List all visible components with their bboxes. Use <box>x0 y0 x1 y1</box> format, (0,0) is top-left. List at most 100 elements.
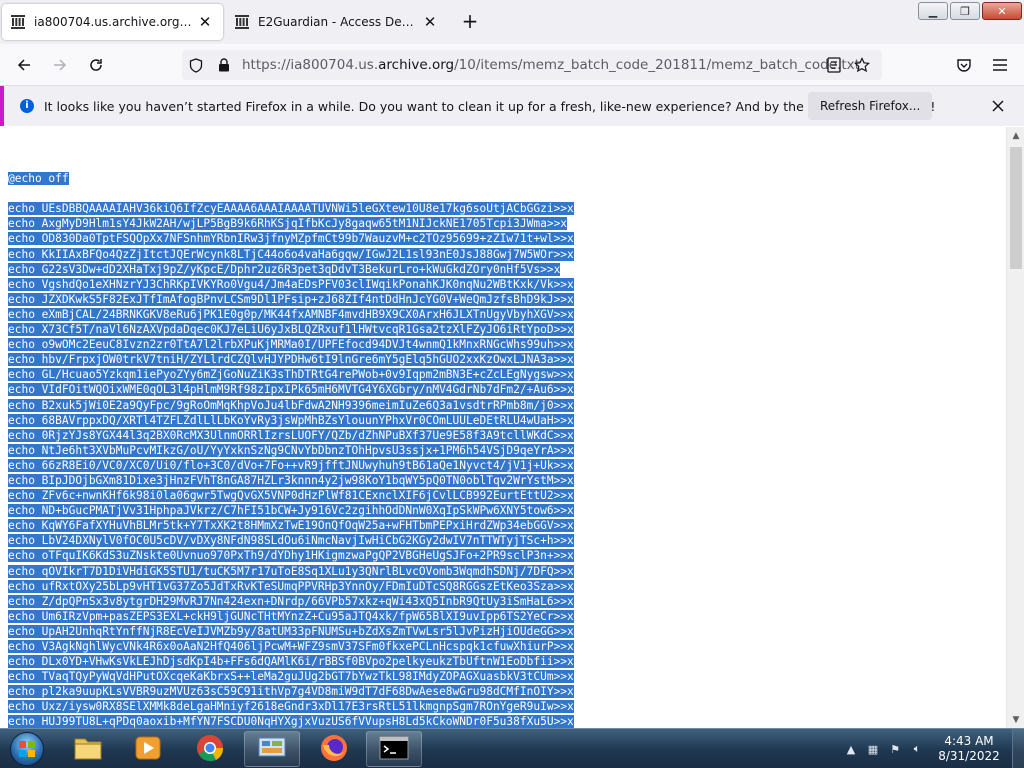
show-hidden-icons-arrow-icon[interactable]: ▲ <box>840 743 862 756</box>
text-line: echo HUJ99TU8L+qPDq0aoxib+MfYN7FSCDU0NqH… <box>8 714 574 728</box>
control-panel-icon <box>257 735 287 764</box>
text-line: echo OD830Da0TptFSQOpXx7NFSnhmYRbnIRw3jf… <box>8 231 574 246</box>
action-center-flag-icon[interactable]: ⚑ <box>884 743 906 756</box>
text-line: echo ND+bGucPMATjVv31HphpaJVkrz/C7hFI51b… <box>8 503 574 518</box>
new-tab-plus-icon[interactable]: + <box>458 10 482 34</box>
selected-text: echo OD830Da0TptFSQOpXx7NFSnhmYRbnIRw3jf… <box>8 232 574 246</box>
selected-text: echo HUJ99TU8L+qPDq0aoxib+MfYN7FSCDU0NqH… <box>8 715 574 728</box>
text-line: echo hbv/FrpxjOW0trkV7tniH/ZYLlrdCZQlvHJ… <box>8 352 574 367</box>
url-host: archive.org <box>378 57 455 73</box>
reload-icon[interactable] <box>82 53 110 77</box>
show-desktop-button[interactable] <box>1012 729 1024 768</box>
selected-text: echo Um6IRzVpm+pasZEPS3EXL+ckH9ljGUNcTHt… <box>8 609 574 623</box>
text-line: echo KqWY6FafXYHuVhBLMr5tk+Y7TxXK2t8HMmX… <box>8 518 574 533</box>
text-line: echo LbV24DXNylV0fOC0U5cDV/vDXy8NFdN98SL… <box>8 533 574 548</box>
lock-icon[interactable] <box>210 50 238 80</box>
selected-text: echo DLx0YD+VHwKsVkLEJhDjsdKpI4b+FFs6dQA… <box>8 655 574 669</box>
text-line: echo X73Cf5T/naVl6NzAXVpdaDqec0KJ7eLiU6y… <box>8 322 574 337</box>
selected-text: echo UpAH2UnhqRtYnffNjR8EcVeIJVMZb9y/8at… <box>8 624 574 638</box>
scroll-up-arrow-icon[interactable]: ▲ <box>1007 127 1024 144</box>
windows-taskbar: ▲ ▦ ⚑ 🔈︎ 4:43 AM 8/31/2022 <box>0 728 1024 768</box>
refresh-firefox-button[interactable]: Refresh Firefox... <box>808 92 933 120</box>
folder-icon <box>73 735 103 764</box>
text-line: echo qOVIkrT7D1DiVHdiGK5STU1/tuCK5M7r17u… <box>8 564 574 579</box>
text-line: echo Uxz/iysw0RX8SElXMMk8deLgaHMniyf2618… <box>8 699 574 714</box>
selected-text: echo hbv/FrpxjOW0trkV7tniH/ZYLlrdCZQlvHJ… <box>8 353 574 367</box>
firefox-icon <box>319 733 349 766</box>
back-arrow-icon[interactable] <box>10 53 38 77</box>
selected-text: echo JZXDKwkS5F82ExJTfImAfogBPnvLCSm9Dl1… <box>8 292 574 306</box>
text-line: echo eXmBjCAL/24BRNKGKV8eRu6jPK1E0g0p/MK… <box>8 307 574 322</box>
minimize-icon[interactable]: ▁ <box>918 2 948 20</box>
text-line: echo ufRxtOXy25bLp9vHT1vG37Zo5JdTxRvKTeS… <box>8 579 574 594</box>
text-line: echo JZXDKwkS5F82ExJTfImAfogBPnvLCSm9Dl1… <box>8 292 574 307</box>
text-line: echo BIpJDOjbGXm81Dixe3jHnzFVhT8nGA87HZL… <box>8 473 574 488</box>
text-line: echo DLx0YD+VHwKsVkLEJhDjsdKpI4b+FFs6dQA… <box>8 654 574 669</box>
text-line: echo VgshdQo1eXHNzrYJ3ChRKpIVKYRo0Vgu4/J… <box>8 277 574 292</box>
taskbar-explorer[interactable] <box>60 731 116 767</box>
selected-text: echo KqWY6FafXYHuVhBLMr5tk+Y7TxXK2t8HMmX… <box>8 519 574 533</box>
selected-text: echo V3AgkNghlWycVNk4R6x0oAaN2HfQ406ljPc… <box>8 640 574 653</box>
scroll-down-arrow-icon[interactable]: ▼ <box>1007 711 1024 728</box>
media-player-icon <box>134 735 162 764</box>
selected-text: echo Z/dpQPnSx3v8ytgrDH29MvRJ7Nn424exn+D… <box>8 594 574 608</box>
document-view[interactable]: @echo off echo UEsDBBQAAAAIAHV36kiQ6IfZcy… <box>0 127 1006 728</box>
windows-logo-icon <box>10 732 44 766</box>
text-line: echo AxgMyD9Hlm1sY4JkW2AH/wjLP5BgB9k6RhK… <box>8 216 574 231</box>
vertical-scrollbar[interactable]: ▲ ▼ <box>1006 127 1024 728</box>
tracking-protection-shield-icon[interactable] <box>182 50 210 80</box>
selected-text: echo GL/Hcuao5Yzkqm1iePyoZYy6mZjGoNuZiK3… <box>8 368 574 382</box>
tab-close-icon[interactable]: ✕ <box>195 13 215 31</box>
selected-text: echo VgshdQo1eXHNzrYJ3ChRKpIVKYRo0Vgu4/J… <box>8 277 574 291</box>
tab-e2guardian[interactable]: E2Guardian - Access Denied ✕ <box>226 4 448 40</box>
tab-strip: ia800704.us.archive.org/10/items/memz_ba… <box>0 0 1024 44</box>
taskbar-command-prompt[interactable] <box>366 731 422 767</box>
restore-icon[interactable]: ❐ <box>950 2 980 20</box>
taskbar-chrome[interactable] <box>182 731 238 767</box>
window-close-icon[interactable]: ✕ <box>982 2 1022 20</box>
selected-text: echo ND+bGucPMATjVv31HphpaJVkrz/C7hFI51b… <box>8 504 574 518</box>
taskbar-control-panel[interactable] <box>244 731 300 767</box>
clock-date: 8/31/2022 <box>938 749 1000 763</box>
window-controls: ▁ ❐ ✕ <box>918 2 1022 20</box>
taskbar-firefox[interactable] <box>306 731 362 767</box>
tab-close-icon[interactable]: ✕ <box>420 13 440 31</box>
forward-arrow-icon[interactable] <box>46 53 74 77</box>
text-line: echo UpAH2UnhqRtYnffNjR8EcVeIJVMZb9y/8at… <box>8 624 574 639</box>
text-line: echo 66zR8Ei0/VC0/XC0/Ui0/flo+3C0/dVo+7F… <box>8 458 574 473</box>
tab-archive[interactable]: ia800704.us.archive.org/10/items/memz_ba… <box>2 4 223 40</box>
close-icon[interactable] <box>988 96 1008 116</box>
pocket-icon[interactable] <box>950 53 978 77</box>
hamburger-menu-icon[interactable] <box>986 53 1014 77</box>
volume-icon[interactable]: 🔈︎ <box>906 742 928 756</box>
tab-title: E2Guardian - Access Denied <box>258 15 420 29</box>
selected-text: echo oTFquIK6KdS3uZNskte0Uvnuo970PxTh9/d… <box>8 549 574 563</box>
text-line <box>8 186 574 201</box>
cmd-icon <box>379 736 409 763</box>
selected-text: echo eXmBjCAL/24BRNKGKV8eRu6jPK1E0g0p/MK… <box>8 307 574 321</box>
selected-text: echo G22sV3Dw+dD2XHaTxj9pZ/yKpcE/Dphr2uz… <box>8 262 561 276</box>
text-line: echo pl2ka9uupKLsVVBR9uzMVUz63sC59C91ith… <box>8 684 574 699</box>
selected-text: echo 0RjzYJs8YGX44l3q2BX0RcMX3UlnmORRlIz… <box>8 428 574 442</box>
text-line: echo Z/dpQPnSx3v8ytgrDH29MvRJ7Nn424exn+D… <box>8 594 574 609</box>
clock[interactable]: 4:43 AM 8/31/2022 <box>936 734 1002 764</box>
network-icon[interactable]: ▦ <box>862 743 884 756</box>
text-line: echo ZFv6c+nwnKHf6k98i0la06gwr5TwgQvGX5V… <box>8 488 574 503</box>
selected-text: echo UEsDBBQAAAAIAHV36kiQ6IfZcyEAAAA6AAA… <box>8 202 574 216</box>
address-bar[interactable]: https://ia800704.us.archive.org/10/items… <box>182 50 882 80</box>
text-line: echo Um6IRzVpm+pasZEPS3EXL+ckH9ljGUNcTHt… <box>8 609 574 624</box>
url-text[interactable]: https://ia800704.us.archive.org/10/items… <box>242 57 882 73</box>
scrollbar-thumb[interactable] <box>1010 147 1022 269</box>
url-prefix: https://ia800704.us. <box>242 57 379 73</box>
bookmark-star-icon[interactable] <box>848 53 876 77</box>
info-icon: i <box>20 99 34 113</box>
taskbar-media-player[interactable] <box>120 731 176 767</box>
text-line <box>8 156 574 171</box>
reader-view-icon[interactable] <box>820 53 848 77</box>
start-button[interactable] <box>4 730 50 768</box>
text-line: echo V3AgkNghlWycVNk4R6x0oAaN2HfQ406ljPc… <box>8 639 574 654</box>
selected-text: echo NtJe6ht3XVbMuPcvMIkzG/oU/YyYxknSzNg… <box>8 443 574 457</box>
selected-text: echo Uxz/iysw0RX8SElXMMk8deLgaHMniyf2618… <box>8 700 574 714</box>
selected-text: echo BIpJDOjbGXm81Dixe3jHnzFVhT8nGA87HZL… <box>8 473 574 487</box>
tab-title: ia800704.us.archive.org/10/items/memz_ba… <box>34 15 195 29</box>
